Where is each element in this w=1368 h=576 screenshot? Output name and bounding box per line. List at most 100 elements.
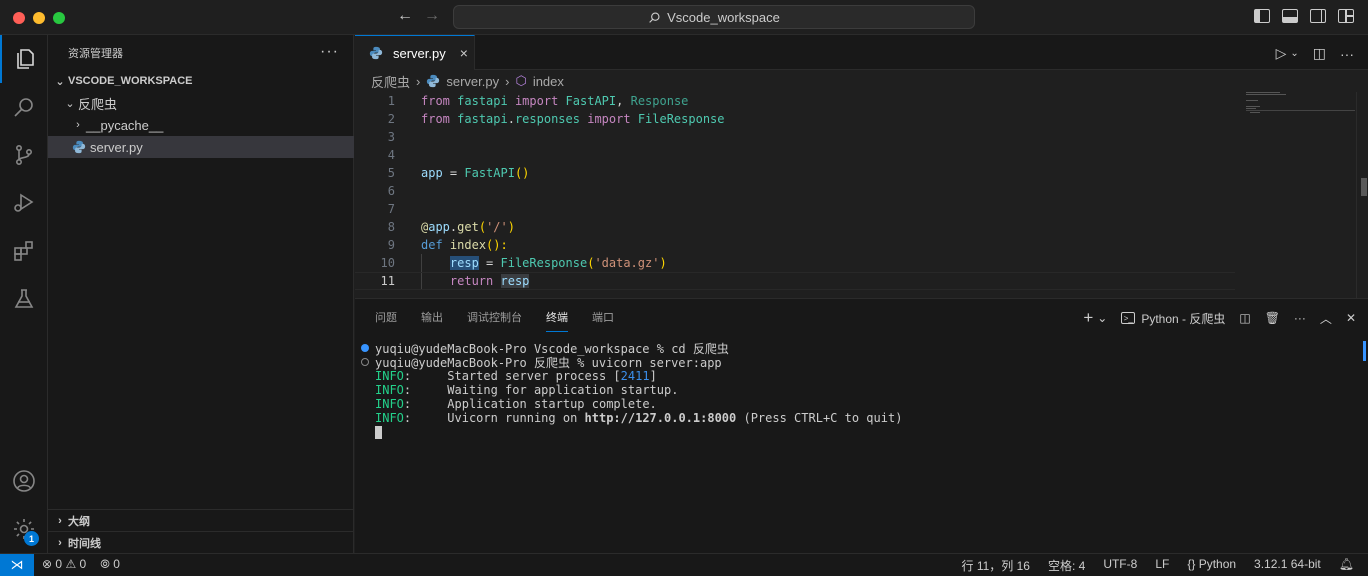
timeline-section[interactable]: › 时间线 xyxy=(48,531,354,553)
more-actions-icon[interactable]: ··· xyxy=(1340,46,1354,62)
terminal-line: yuqiu@yudeMacBook-Pro 反爬虫 % uvicorn serv… xyxy=(361,355,902,370)
python-file-icon xyxy=(72,140,86,154)
end-of-line[interactable]: LF xyxy=(1155,557,1169,574)
tab-output[interactable]: 输出 xyxy=(421,309,443,325)
chevron-down-icon[interactable]: ⌄ xyxy=(1097,311,1107,325)
terminal-output[interactable]: yuqiu@yudeMacBook-Pro Vscode_workspace %… xyxy=(361,341,902,439)
code-line: 10 resp = FileResponse('data.gz') xyxy=(355,254,1355,272)
terminal-line: INFO: Started server process [2411] xyxy=(375,369,657,383)
explorer-icon[interactable] xyxy=(0,35,48,83)
notifications-icon[interactable]: 🔔︎ xyxy=(1339,557,1354,574)
source-control-icon[interactable] xyxy=(0,131,48,179)
testing-icon[interactable] xyxy=(0,275,48,323)
broadcast-icon: ⦾ xyxy=(100,557,110,571)
chevron-down-icon[interactable]: ⌄ xyxy=(1290,48,1298,59)
python-interpreter[interactable]: 3.12.1 64-bit xyxy=(1254,557,1321,574)
line-number: 3 xyxy=(387,130,395,144)
explorer-sidebar: 资源管理器 ··· ⌄ VSCODE_WORKSPACE ⌄ 反爬虫 › __p… xyxy=(48,35,354,553)
toggle-panel-icon[interactable] xyxy=(1282,9,1298,23)
status-bar: ⋊ ⊗ 0 ⚠ 0 ⦾ 0 行 11，列 16 空格: 4 UTF-8 LF {… xyxy=(0,553,1368,576)
indentation[interactable]: 空格: 4 xyxy=(1048,557,1085,574)
more-actions-icon[interactable]: ··· xyxy=(320,43,339,61)
code-line: 8 @app.get('/') xyxy=(355,218,1355,236)
tab-problems[interactable]: 问题 xyxy=(375,309,397,325)
breadcrumb-file[interactable]: server.py xyxy=(446,74,499,89)
code-line: 1 from fastapi import FastAPI, Response xyxy=(355,92,1355,110)
code-line: 6 xyxy=(355,182,1355,200)
activity-bar: 1 xyxy=(0,35,48,553)
account-icon[interactable] xyxy=(0,457,48,505)
folder-item[interactable]: ⌄ 反爬虫 xyxy=(48,92,354,114)
close-window-button[interactable] xyxy=(13,12,25,24)
command-center-search[interactable]: Vscode_workspace xyxy=(453,5,975,29)
code-line: 3 xyxy=(355,128,1355,146)
line-number: 8 xyxy=(387,220,395,234)
title-bar: ← → Vscode_workspace xyxy=(0,0,1368,35)
minimize-window-button[interactable] xyxy=(33,12,45,24)
new-terminal-icon[interactable]: + xyxy=(1083,308,1093,328)
close-icon[interactable]: ✕ xyxy=(1346,311,1356,325)
settings-icon[interactable]: 1 xyxy=(0,505,48,553)
customize-layout-icon[interactable] xyxy=(1338,9,1354,23)
terminal-line: INFO: Application startup complete. xyxy=(375,397,657,411)
arrow-left-icon[interactable]: ← xyxy=(395,7,415,25)
split-editor-icon[interactable]: ◫ xyxy=(1313,45,1326,62)
extensions-icon[interactable] xyxy=(0,227,48,275)
language-mode[interactable]: {} Python xyxy=(1187,557,1236,574)
terminal-scrollbar[interactable] xyxy=(1363,341,1366,361)
tab-debug-console[interactable]: 调试控制台 xyxy=(467,309,522,325)
code-line: 5 app = FastAPI() xyxy=(355,164,1355,182)
terminal-line: INFO: Uvicorn running on http://127.0.0.… xyxy=(375,411,903,425)
tab-server-py[interactable]: server.py × xyxy=(355,35,475,70)
toggle-secondary-sidebar-icon[interactable] xyxy=(1310,9,1326,23)
close-icon[interactable]: × xyxy=(460,45,468,61)
chevron-right-icon: › xyxy=(76,119,80,131)
breadcrumb: 反爬虫 › server.py › ⬡ index xyxy=(355,70,1368,92)
line-number: 6 xyxy=(387,184,395,198)
minimap[interactable] xyxy=(1240,92,1355,298)
toggle-primary-sidebar-icon[interactable] xyxy=(1254,9,1270,23)
search-icon[interactable] xyxy=(0,83,48,131)
cursor-position[interactable]: 行 11，列 16 xyxy=(961,557,1029,574)
command-running-icon xyxy=(361,358,369,366)
ports-status[interactable]: ⦾ 0 xyxy=(100,557,120,572)
tab-ports[interactable]: 端口 xyxy=(592,309,614,325)
breadcrumb-symbol[interactable]: index xyxy=(533,74,564,89)
symbol-method-icon: ⬡ xyxy=(515,73,527,88)
python-file-icon xyxy=(369,46,383,60)
terminal-line: INFO: Waiting for application startup. xyxy=(375,383,679,397)
terminal-line xyxy=(361,425,902,439)
editor-scrollbar[interactable] xyxy=(1356,92,1368,298)
trash-icon[interactable]: 🗑 xyxy=(1265,311,1280,325)
split-terminal-icon[interactable]: ◫ xyxy=(1239,311,1250,325)
breadcrumb-folder[interactable]: 反爬虫 xyxy=(371,72,410,91)
warning-icon: ⚠ xyxy=(65,557,77,571)
run-icon[interactable]: ▷ xyxy=(1276,45,1287,62)
line-number: 1 xyxy=(387,94,395,108)
file-item-server[interactable]: server.py xyxy=(48,136,354,158)
problems-status[interactable]: ⊗ 0 ⚠ 0 xyxy=(42,557,86,572)
command-center-label: Vscode_workspace xyxy=(667,9,780,25)
maximize-window-button[interactable] xyxy=(53,12,65,24)
tab-terminal[interactable]: 终端 xyxy=(546,309,568,332)
workspace-section[interactable]: ⌄ VSCODE_WORKSPACE xyxy=(48,70,354,92)
more-actions-icon[interactable]: ··· xyxy=(1294,311,1306,325)
outline-label: 大纲 xyxy=(68,515,90,528)
run-debug-icon[interactable] xyxy=(0,179,48,227)
python-file-icon xyxy=(427,74,440,88)
terminal-icon: >_ xyxy=(1121,312,1136,324)
maximize-panel-icon[interactable]: ︿ xyxy=(1320,310,1332,327)
arrow-right-icon[interactable]: → xyxy=(422,7,442,25)
code-line: 9 def index(): xyxy=(355,236,1355,254)
code-editor[interactable]: 1 from fastapi import FastAPI, Response … xyxy=(355,92,1368,298)
terminal-instance-label[interactable]: Python - 反爬虫 xyxy=(1141,310,1225,327)
encoding[interactable]: UTF-8 xyxy=(1103,557,1137,574)
file-label: server.py xyxy=(90,139,143,155)
chevron-down-icon: ⌄ xyxy=(65,97,75,110)
remote-icon[interactable]: ⋊ xyxy=(0,554,34,576)
error-count: 0 xyxy=(55,557,63,571)
scrollbar-thumb[interactable] xyxy=(1361,178,1367,196)
subfolder-item[interactable]: › __pycache__ xyxy=(48,114,354,136)
outline-section[interactable]: › 大纲 xyxy=(48,509,354,531)
line-number: 10 xyxy=(380,256,395,270)
